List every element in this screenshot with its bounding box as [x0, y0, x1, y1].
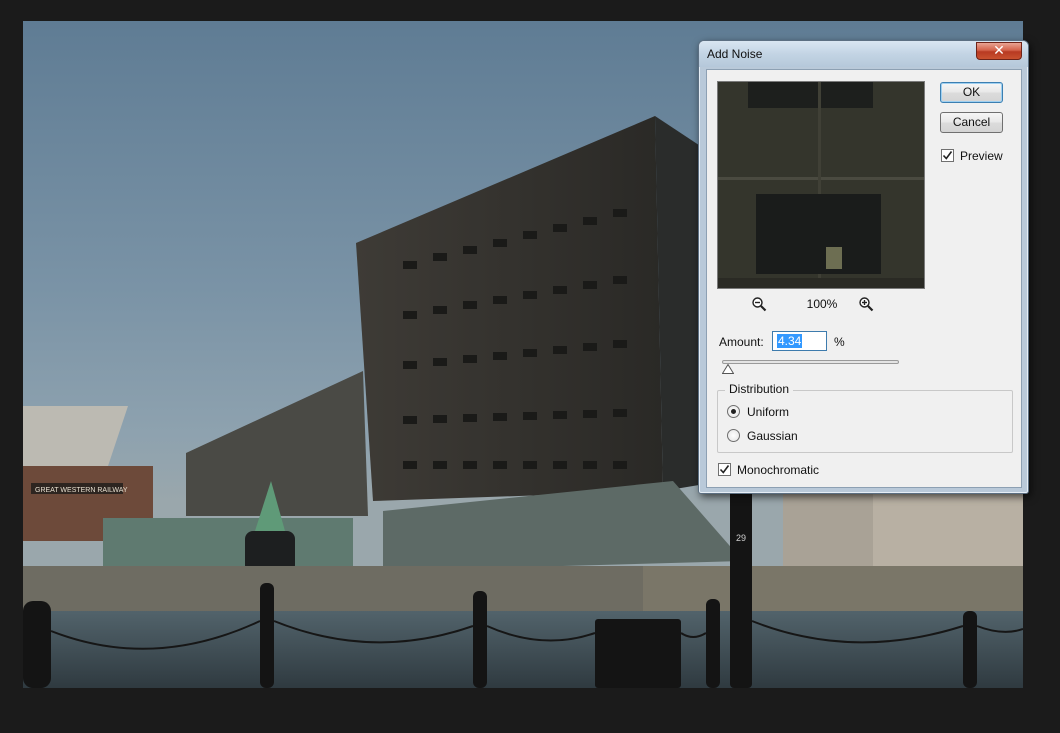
add-noise-dialog: Add Noise ✕ 100% OK Cancel Preview Amoun… — [698, 40, 1029, 494]
amount-input[interactable]: 4.34 — [772, 331, 827, 351]
marker-text: 29 — [736, 533, 746, 543]
distribution-group — [717, 390, 1013, 453]
amount-unit: % — [834, 335, 845, 349]
checkmark-icon — [719, 465, 730, 474]
dialog-title: Add Noise — [707, 47, 763, 61]
monochromatic-label: Monochromatic — [737, 463, 820, 477]
distribution-legend: Distribution — [725, 382, 794, 396]
ok-button[interactable]: OK — [940, 82, 1003, 103]
preview-thumbnail[interactable] — [717, 81, 925, 289]
uniform-radio[interactable] — [727, 405, 740, 418]
amount-slider-thumb[interactable] — [721, 364, 734, 374]
zoom-in-icon[interactable] — [858, 296, 874, 312]
dialog-titlebar[interactable]: Add Noise ✕ — [699, 41, 1028, 67]
preview-label: Preview — [960, 149, 1003, 163]
preview-checkbox[interactable] — [941, 149, 954, 162]
amount-label: Amount: — [719, 335, 764, 349]
monochromatic-checkbox[interactable] — [718, 463, 731, 476]
zoom-out-icon[interactable] — [751, 296, 767, 312]
amount-value: 4.34 — [777, 334, 803, 348]
checkmark-icon — [942, 151, 953, 160]
gaussian-radio[interactable] — [727, 429, 740, 442]
dialog-body: 100% OK Cancel Preview Amount: 4.34 % Di… — [706, 69, 1022, 488]
cancel-button[interactable]: Cancel — [940, 112, 1003, 133]
gaussian-label: Gaussian — [747, 429, 798, 443]
uniform-label: Uniform — [747, 405, 790, 419]
building-sign: GREAT WESTERN RAILWAY — [35, 487, 128, 494]
zoom-level: 100% — [806, 297, 838, 311]
amount-slider-track[interactable] — [722, 360, 899, 364]
close-icon: ✕ — [993, 43, 1005, 59]
close-button[interactable]: ✕ — [976, 42, 1022, 60]
